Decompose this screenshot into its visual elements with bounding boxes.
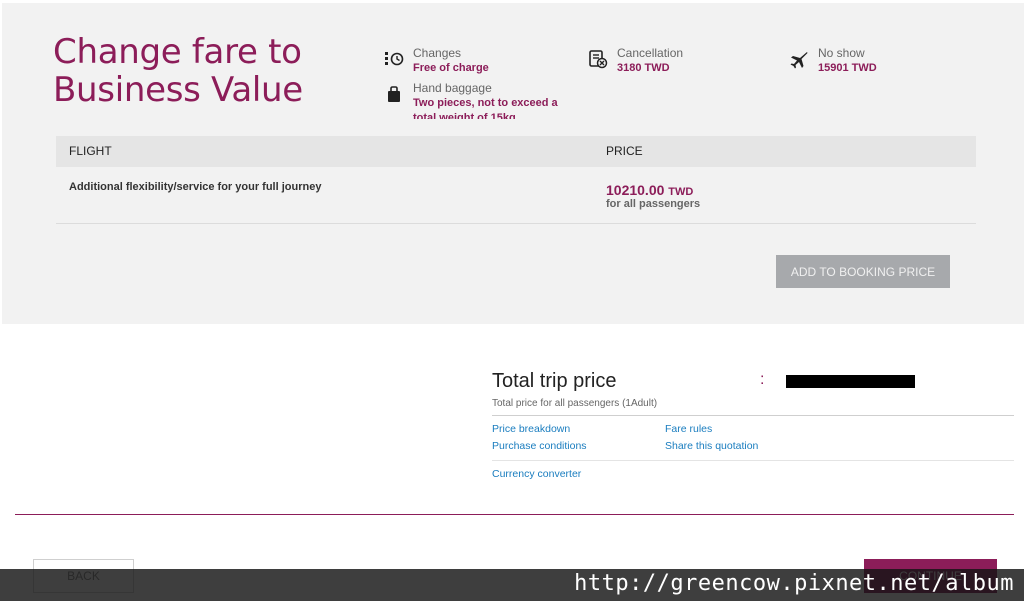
attribute-hand-baggage: Hand baggage Two pieces, not to exceed a… — [383, 81, 563, 119]
no-show-plane-icon — [788, 48, 810, 70]
cancellation-icon — [587, 48, 609, 70]
hand-baggage-icon — [383, 83, 405, 105]
column-header-price: PRICE — [606, 144, 643, 158]
watermark-text: http://greencow.pixnet.net/album — [574, 571, 1014, 596]
attribute-value: 3180 TWD — [617, 62, 670, 74]
row-price: 10210.00 TWD — [606, 182, 693, 198]
price-currency: TWD — [668, 186, 694, 198]
attribute-label: Cancellation — [617, 46, 684, 60]
attribute-value: Free of charge — [413, 62, 489, 74]
column-header-flight: FLIGHT — [69, 144, 112, 158]
attribute-label: Changes — [413, 46, 462, 60]
total-colon: : — [760, 371, 765, 388]
attribute-changes: Changes Free of charge — [383, 46, 489, 76]
links-divider — [492, 460, 1014, 461]
summary-divider — [492, 415, 1014, 416]
page-title: Change fare to Business Value — [53, 32, 303, 110]
total-price-redacted — [786, 375, 915, 388]
total-subtitle: Total price for all passengers (1Adult) — [492, 398, 658, 409]
footer-divider — [15, 514, 1014, 515]
total-trip-price-title: Total trip price — [492, 370, 617, 392]
table-row: Additional flexibility/service for your … — [56, 167, 976, 224]
attribute-no-show: No show 15901 TWD — [788, 46, 877, 76]
attribute-value: 15901 TWD — [818, 62, 877, 74]
attribute-label: No show — [818, 46, 865, 60]
fare-rules-link[interactable]: Fare rules — [665, 423, 712, 435]
table-header: FLIGHT PRICE — [56, 136, 976, 167]
price-breakdown-link[interactable]: Price breakdown — [492, 423, 570, 435]
price-amount: 10210.00 — [606, 182, 665, 198]
attribute-cancellation: Cancellation 3180 TWD — [587, 46, 683, 76]
attribute-value: Two pieces, not to exceed a total weight… — [413, 97, 558, 119]
watermark-banner: http://greencow.pixnet.net/album — [0, 569, 1024, 601]
price-note: for all passengers — [606, 198, 701, 210]
add-to-booking-price-button[interactable]: ADD TO BOOKING PRICE — [776, 255, 950, 288]
currency-converter-link[interactable]: Currency converter — [492, 468, 581, 480]
attribute-label: Hand baggage — [413, 81, 492, 95]
fare-upgrade-panel: Change fare to Business Value Changes Fr… — [2, 0, 1024, 324]
row-description: Additional flexibility/service for your … — [69, 181, 322, 193]
changes-clock-icon — [383, 48, 405, 70]
purchase-conditions-link[interactable]: Purchase conditions — [492, 440, 587, 452]
share-quotation-link[interactable]: Share this quotation — [665, 440, 758, 452]
